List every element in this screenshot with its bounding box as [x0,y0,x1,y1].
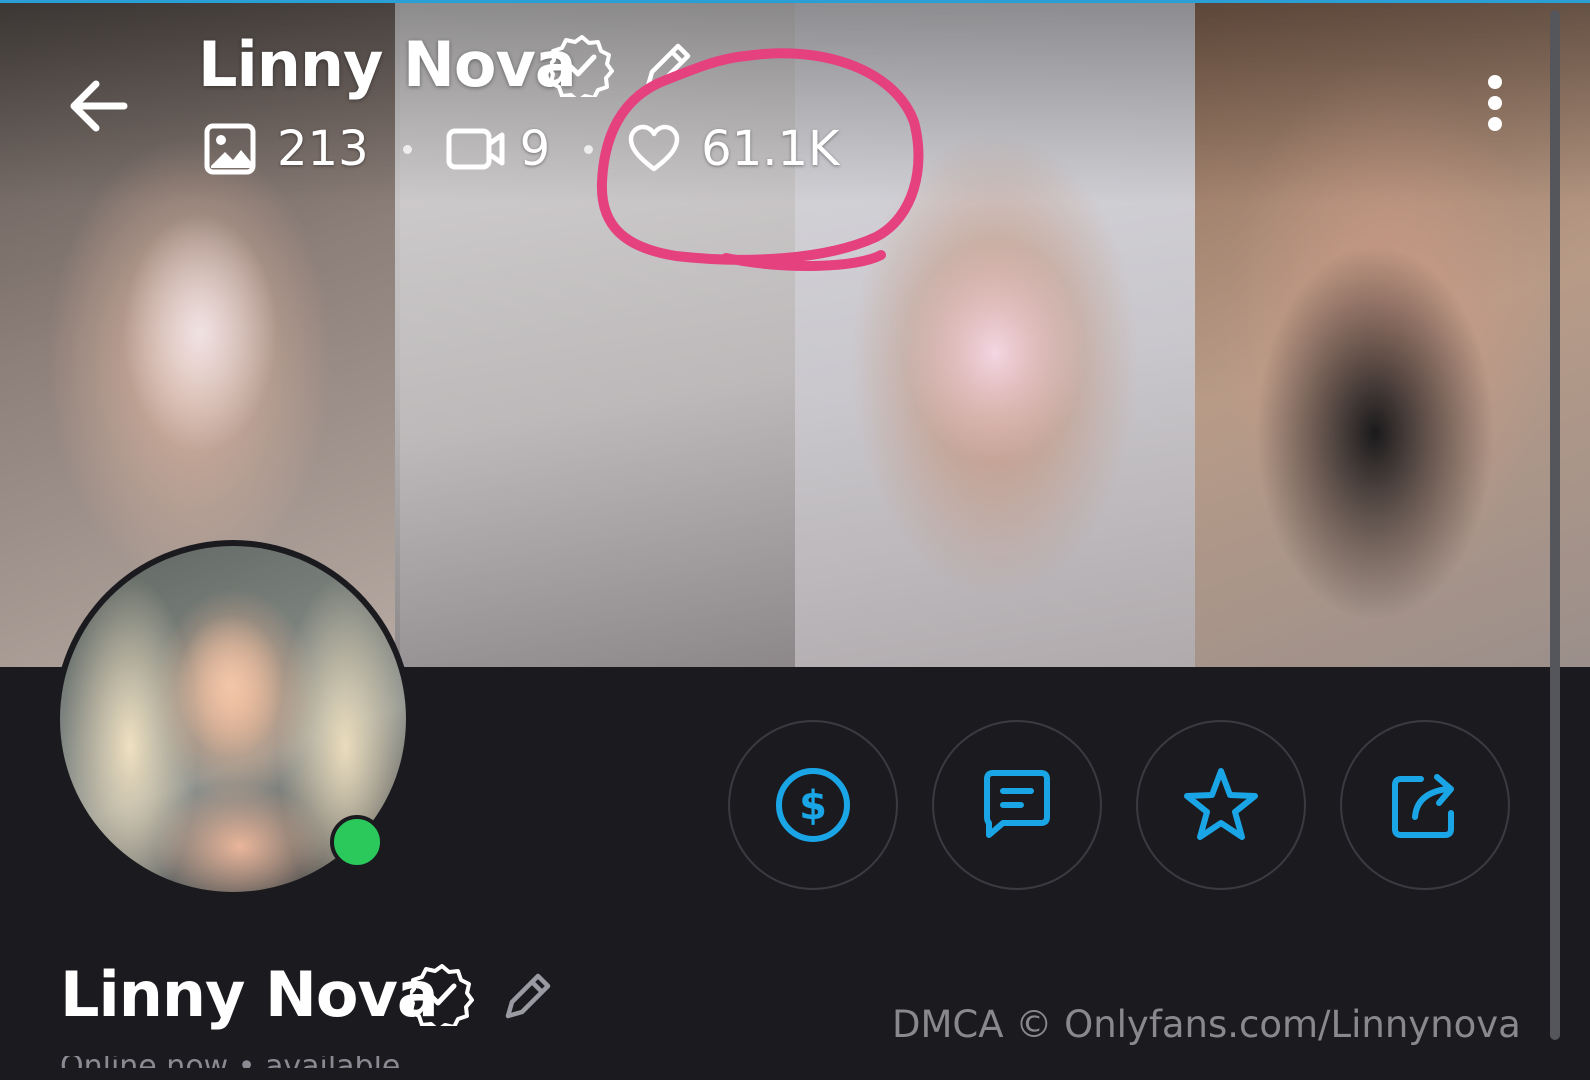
cover-photo-4 [1195,3,1590,667]
chat-icon [984,770,1050,838]
heart-icon [628,124,680,172]
image-icon [204,123,256,175]
edit-profile-button[interactable] [500,968,556,1024]
more-options-button[interactable] [1480,70,1510,140]
favorite-button[interactable] [1136,720,1306,890]
profile-actions: $ [728,720,1510,890]
profile-name: Linny Nova [60,958,439,1031]
cover-photo-2 [395,3,795,667]
dollar-circle-icon: $ [776,768,850,842]
edit-name-button[interactable] [640,38,696,94]
arrow-left-icon [70,80,128,132]
tip-button[interactable]: $ [728,720,898,890]
pencil-icon [505,973,551,1019]
dmca-watermark: DMCA © Onlyfans.com/Linnynova [892,1003,1521,1046]
verified-badge-icon [546,33,614,103]
profile-stats-bar: 213 9 61.1K [203,117,840,181]
video-camera-icon [446,128,505,170]
likes-count: 61.1K [701,121,840,177]
scrollbar[interactable] [1550,10,1560,1040]
bio-text: Online now • available [60,1056,620,1068]
separator-dot [584,144,594,154]
bio-preview: Online now • available [60,1056,620,1068]
share-button[interactable] [1340,720,1510,890]
video-count: 9 [519,121,551,177]
star-icon [1184,768,1258,840]
header-profile-name: Linny Nova [198,28,577,101]
pencil-icon [645,43,691,89]
back-button[interactable] [62,70,134,142]
share-icon [1392,774,1454,838]
online-status-indicator [330,815,384,869]
verified-badge-icon [406,962,474,1032]
message-button[interactable] [932,720,1102,890]
more-dot [1488,117,1502,131]
more-dot [1488,96,1502,110]
photo-count: 213 [277,121,369,177]
cover-photo-3 [795,3,1195,667]
separator-dot [402,144,412,154]
svg-text:$: $ [799,783,827,829]
more-dot [1488,75,1502,89]
